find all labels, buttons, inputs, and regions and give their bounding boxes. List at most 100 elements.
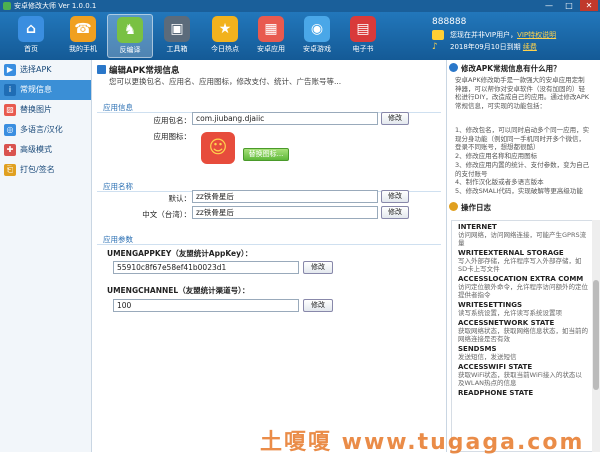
list-item: INTERNET 访问网络，访问网络连接，可能产生GPRS流量 <box>452 221 592 247</box>
sidebar-item-label: 常规信息 <box>20 85 52 94</box>
close-button[interactable]: ✕ <box>580 0 598 11</box>
list-item: READPHONE STATE <box>452 387 592 397</box>
permission-name: READPHONE STATE <box>458 389 534 397</box>
section-divider <box>97 244 441 245</box>
toolbar-label: 工具箱 <box>166 45 188 53</box>
toolbar-label: 首页 <box>24 45 38 53</box>
permission-desc: 写入外部存储，允许程序写入外部存储，如SD卡上写文件 <box>458 257 582 273</box>
permission-log-list: INTERNET 访问网络，访问网络连接，可能产生GPRS流量 WRITEEXT… <box>451 220 593 452</box>
maximize-button[interactable]: □ <box>560 0 578 11</box>
vip-status-text: 您现在并非VIP用户， <box>450 31 518 39</box>
sidebar-item-label: 替换图片 <box>20 105 52 114</box>
toolbar-label: 今日热点 <box>211 45 239 53</box>
vip-status-line: 您现在并非VIP用户，VIP特权说明 <box>450 30 556 40</box>
sidebar-item-select-apk[interactable]: ▶ 选择APK <box>0 60 91 80</box>
vip-expiry-line: 2018年09月10日到期 续费 <box>450 42 537 52</box>
modify-package-button[interactable]: 修改 <box>381 112 409 125</box>
log-icon <box>449 202 458 211</box>
home-icon: ⌂ <box>18 16 44 42</box>
page-title: 编辑APK常规信息 <box>109 66 180 76</box>
help-point: 1、修改包名，可以同时启动多个同一应用，实现分身功能（例如同一手机同时开多个微信… <box>455 126 590 151</box>
toolbox-icon: ▣ <box>164 16 190 42</box>
toolbar-hot-today[interactable]: ★ 今日热点 <box>202 14 248 58</box>
toolbar-label: 我的手机 <box>69 45 97 53</box>
toolbar-decompile[interactable]: ♞ 反编译 <box>107 14 153 58</box>
globe-icon: ◎ <box>4 124 16 136</box>
edit-icon <box>97 65 106 74</box>
toolbar-ebook[interactable]: ▤ 电子书 <box>340 14 386 58</box>
star-icon: ★ <box>212 16 238 42</box>
image-icon: ▨ <box>4 104 16 116</box>
help-point: 2、修改应用名称和应用图标 <box>455 152 538 160</box>
help-panel: 修改APK常规信息有什么用？ 安卓APK修改助手是一款强大的安卓应用定制神器，可… <box>446 60 600 452</box>
select-apk-icon: ▶ <box>4 64 16 76</box>
permission-desc: 读写系统设置，允许读写系统设置项 <box>458 309 562 317</box>
app-icon-preview: ☺ <box>201 132 235 164</box>
list-item: ACCESSLOCATION EXTRA COMM 访问定位额外命令，允许程序访… <box>452 273 592 299</box>
sidebar-item-label: 高级模式 <box>20 145 52 154</box>
toolbar-home[interactable]: ⌂ 首页 <box>8 14 54 58</box>
toolbar-label: 电子书 <box>352 45 374 53</box>
help-point: 3、修改应用内置的统计、支付参数，变为自己的支付账号 <box>455 161 590 178</box>
list-item: SENDSMS 发送短信，发送短信 <box>452 343 592 361</box>
sidebar-item-advanced-mode[interactable]: ✚ 高级模式 <box>0 140 91 160</box>
permission-name: ACCESSLOCATION EXTRA COMM <box>458 275 584 283</box>
modify-channel-button[interactable]: 修改 <box>303 299 333 312</box>
permission-name: INTERNET <box>458 223 497 231</box>
permission-name: SENDSMS <box>458 345 497 353</box>
phone-icon: ☎ <box>70 16 96 42</box>
package-name-input[interactable]: com.jiubang.djaiic <box>192 112 378 125</box>
permission-name: ACCESSWIFI STATE <box>458 363 533 371</box>
bell-icon: ♪ <box>432 42 438 52</box>
list-item: ACCESSNETWORK STATE 获取网络状态，获取网络信息状态，如当前的… <box>452 317 592 343</box>
toolbar-label: 安卓游戏 <box>303 45 331 53</box>
page-subtitle: 您可以更换包名、应用名、应用图标，修改支付、统计、广告账号等... <box>109 77 342 86</box>
permission-name: WRITEEXTERNAL STORAGE <box>458 249 564 257</box>
user-id: 888888 <box>432 17 467 27</box>
android-icon: ♞ <box>117 17 143 43</box>
main-toolbar: ⌂ 首页 ☎ 我的手机 ♞ 反编译 ▣ 工具箱 ★ 今日热点 ▦ 安卓应用 ◉ … <box>0 12 600 60</box>
window-title: 安卓修改大师 Ver 1.0.0.1 <box>14 2 97 10</box>
log-scrollbar[interactable] <box>592 220 600 452</box>
toolbar-my-phone[interactable]: ☎ 我的手机 <box>60 14 106 58</box>
permission-desc: 访问定位额外命令，允许程序访问额外的定位提供者指令 <box>458 283 588 299</box>
sidebar-item-general-info[interactable]: i 常规信息 <box>0 80 91 100</box>
toolbar-android-games[interactable]: ◉ 安卓游戏 <box>294 14 340 58</box>
zh-tw-name-label: 中文（台湾）： <box>142 210 191 219</box>
vip-expiry-text: 2018年09月10日到期 <box>450 43 521 51</box>
list-item: WRITEEXTERNAL STORAGE 写入外部存储，允许程序写入外部存储，… <box>452 247 592 273</box>
minimize-button[interactable]: — <box>540 0 558 11</box>
sidebar: ▶ 选择APK i 常规信息 ▨ 替换图片 ◎ 多语言/汉化 ✚ 高级模式 ⎗ … <box>0 60 92 452</box>
renew-link[interactable]: 续费 <box>523 43 537 51</box>
window-controls: — □ ✕ <box>540 0 598 11</box>
permission-name: ACCESSNETWORK STATE <box>458 319 555 327</box>
modify-appkey-button[interactable]: 修改 <box>303 261 333 274</box>
zh-tw-name-input[interactable]: zz铁骨星后 <box>192 206 378 219</box>
sidebar-item-label: 多语言/汉化 <box>20 125 63 134</box>
scrollbar-thumb[interactable] <box>593 280 599 390</box>
permission-desc: 发送短信，发送短信 <box>458 353 517 361</box>
package-name-label: 应用包名： <box>153 116 192 125</box>
permission-desc: 获取WiFi状态，获取当前WiFi接入的状态以及WLAN热点的信息 <box>458 371 582 387</box>
sidebar-item-package-sign[interactable]: ⎗ 打包/签名 <box>0 160 91 180</box>
sidebar-item-replace-images[interactable]: ▨ 替换图片 <box>0 100 91 120</box>
sidebar-item-label: 选择APK <box>20 65 52 74</box>
crown-icon <box>432 30 444 40</box>
replace-icon-button[interactable]: 替换图标... <box>243 148 289 161</box>
title-bar: 安卓修改大师 Ver 1.0.0.1 — □ ✕ <box>0 0 600 12</box>
toolbar-toolbox[interactable]: ▣ 工具箱 <box>154 14 200 58</box>
default-name-input[interactable]: zz铁骨星后 <box>192 190 378 203</box>
appkey-input[interactable]: 55910c8f67e58ef41b0023d1 <box>113 261 299 274</box>
channel-input[interactable]: 100 <box>113 299 299 312</box>
vip-privilege-link[interactable]: VIP特权说明 <box>517 31 556 39</box>
toolbar-android-apps[interactable]: ▦ 安卓应用 <box>248 14 294 58</box>
sidebar-item-localization[interactable]: ◎ 多语言/汉化 <box>0 120 91 140</box>
modify-zh-tw-name-button[interactable]: 修改 <box>381 206 409 219</box>
question-icon <box>449 63 458 72</box>
list-item: ACCESSWIFI STATE 获取WiFi状态，获取当前WiFi接入的状态以… <box>452 361 592 387</box>
modify-default-name-button[interactable]: 修改 <box>381 190 409 203</box>
info-icon: i <box>4 84 16 96</box>
advanced-icon: ✚ <box>4 144 16 156</box>
main-panel: 编辑APK常规信息 您可以更换包名、应用名、应用图标，修改支付、统计、广告账号等… <box>93 60 445 452</box>
package-icon: ⎗ <box>4 164 16 176</box>
